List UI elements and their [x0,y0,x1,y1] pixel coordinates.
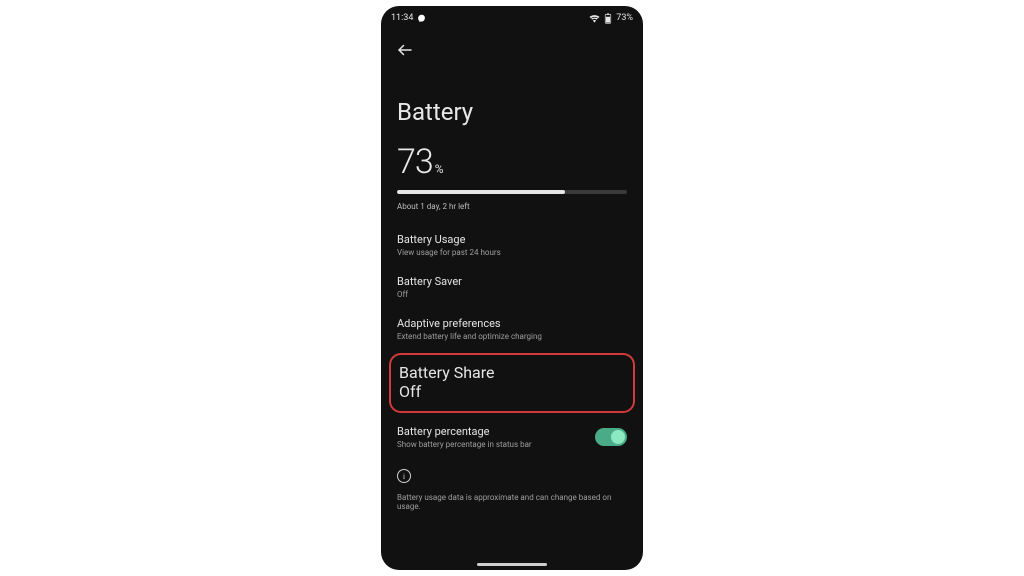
adaptive-preferences-item[interactable]: Adaptive preferences Extend battery life… [381,309,643,351]
back-button[interactable] [393,38,417,62]
arrow-left-icon [396,41,414,59]
battery-usage-item[interactable]: Battery Usage View usage for past 24 hou… [381,225,643,267]
item-subtitle: Show battery percentage in status bar [397,440,532,449]
footer-note: Battery usage data is approximate and ca… [381,483,643,511]
item-subtitle: Extend battery life and optimize chargin… [397,332,627,341]
battery-share-item[interactable]: Battery Share Off [389,353,635,413]
battery-percent-symbol: % [435,162,444,178]
progress-fill [397,190,565,194]
item-subtitle: Off [399,382,625,401]
wifi-icon [589,14,600,23]
info-row[interactable]: i [381,459,643,483]
battery-icon [604,13,612,24]
status-battery-pct: 73% [616,13,633,23]
item-subtitle: Off [397,290,627,299]
info-icon: i [397,469,411,483]
page-title: Battery [381,62,643,140]
status-time: 11:34 [391,13,413,23]
item-title: Battery percentage [397,425,532,438]
phone-frame: 11:34 73% Battery 73 % About 1 day, 2 [381,6,643,570]
battery-estimate: About 1 day, 2 hr left [381,198,643,225]
battery-percent-value: 73 [397,142,433,182]
battery-percentage-toggle[interactable] [595,428,627,446]
battery-progress [381,188,643,198]
status-bar: 11:34 73% [381,6,643,30]
item-title: Battery Share [399,363,625,382]
item-subtitle: View usage for past 24 hours [397,248,627,257]
item-title: Adaptive preferences [397,317,627,330]
notification-icon [417,14,426,23]
toggle-knob [611,430,625,444]
battery-percent: 73 % [381,140,643,188]
progress-track [397,190,627,194]
battery-saver-item[interactable]: Battery Saver Off [381,267,643,309]
item-title: Battery Saver [397,275,627,288]
item-title: Battery Usage [397,233,627,246]
battery-percentage-item[interactable]: Battery percentage Show battery percenta… [381,417,643,459]
nav-bar[interactable] [381,563,643,566]
nav-pill [477,563,547,566]
